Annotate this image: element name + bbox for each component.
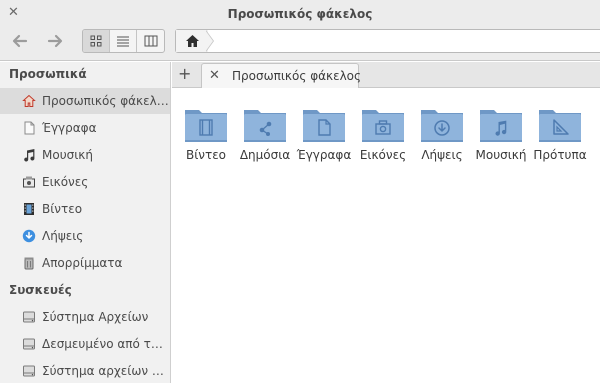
folder-videos[interactable]: Βίντεο xyxy=(176,104,236,174)
templates-folder-icon xyxy=(539,110,581,142)
folder-downloads[interactable]: Λήψεις xyxy=(412,104,472,174)
folder-public[interactable]: Δημόσια xyxy=(235,104,295,174)
video-icon xyxy=(22,202,36,216)
arrow-right-icon xyxy=(47,34,63,48)
new-tab-button[interactable]: + xyxy=(178,64,191,84)
list-icon xyxy=(117,36,129,47)
tab-home[interactable]: ✕ Προσωπικός φάκελος xyxy=(201,63,362,88)
icon-view-button[interactable] xyxy=(83,30,110,52)
sidebar-item-device[interactable]: Σύστημα Αρχείων xyxy=(0,304,170,330)
window-title: Προσωπικός φάκελος xyxy=(227,7,373,21)
tab-label: Προσωπικός φάκελος xyxy=(232,69,362,83)
folder-music[interactable]: Μουσική xyxy=(471,104,531,174)
folder-templates[interactable]: Πρότυπα xyxy=(530,104,590,174)
document-icon xyxy=(22,121,36,135)
sidebar-item-videos[interactable]: Βίντεο xyxy=(0,196,170,222)
drive-icon xyxy=(22,364,36,378)
folder-pictures[interactable]: Εικόνες xyxy=(353,104,413,174)
sidebar-item-device[interactable]: Σύστημα αρχείων 49 ... xyxy=(0,358,170,383)
public-folder-icon xyxy=(244,110,286,142)
sidebar: Προσωπικά Προσωπικός φάκελος Έγγραφα Μου… xyxy=(0,62,171,383)
sidebar-item-downloads[interactable]: Λήψεις xyxy=(0,223,170,249)
back-button[interactable] xyxy=(9,31,31,53)
home-icon xyxy=(22,94,36,108)
list-view-button[interactable] xyxy=(110,30,137,52)
breadcrumb-home[interactable] xyxy=(176,30,208,52)
pictures-folder-icon xyxy=(362,110,404,142)
home-icon xyxy=(185,35,199,47)
title-bar: ✕ Προσωπικός φάκελος xyxy=(0,0,600,28)
file-manager-window: ✕ Προσωπικός φάκελος Προσωπικά Προσωπικό… xyxy=(0,0,600,383)
music-folder-icon xyxy=(480,110,522,142)
location-bar[interactable] xyxy=(175,29,600,53)
downloads-icon xyxy=(22,229,36,243)
sidebar-item-device[interactable]: Δεσμευμένο από το σ... xyxy=(0,331,170,357)
toolbar xyxy=(0,28,600,61)
sidebar-item-documents[interactable]: Έγγραφα xyxy=(0,115,170,141)
column-view-button[interactable] xyxy=(137,30,164,52)
view-mode-group xyxy=(82,29,165,53)
pictures-icon xyxy=(22,175,36,189)
folder-documents[interactable]: Έγγραφα xyxy=(294,104,354,174)
drive-icon xyxy=(22,310,36,324)
grid-icon xyxy=(90,35,102,47)
forward-button[interactable] xyxy=(44,31,66,53)
documents-folder-icon xyxy=(303,110,345,142)
sidebar-item-music[interactable]: Μουσική xyxy=(0,142,170,168)
tab-bar: + ✕ Προσωπικός φάκελος xyxy=(172,62,600,88)
music-icon xyxy=(22,148,36,162)
trash-icon xyxy=(22,256,36,270)
sidebar-item-trash[interactable]: Απορρίμματα xyxy=(0,250,170,276)
close-tab-icon[interactable]: ✕ xyxy=(209,68,220,84)
sidebar-heading-personal: Προσωπικά xyxy=(9,67,87,81)
sidebar-item-pictures[interactable]: Εικόνες xyxy=(0,169,170,195)
sidebar-item-home[interactable]: Προσωπικός φάκελος xyxy=(0,88,170,114)
sidebar-heading-devices: Συσκευές xyxy=(9,283,72,297)
columns-icon xyxy=(144,35,157,47)
video-folder-icon xyxy=(185,110,227,142)
arrow-left-icon xyxy=(12,34,28,48)
drive-icon xyxy=(22,337,36,351)
downloads-folder-icon xyxy=(421,110,463,142)
folder-view: Βίντεο Δημόσια Έγγραφα Εικόνες Λήψεις Μο… xyxy=(172,89,600,383)
